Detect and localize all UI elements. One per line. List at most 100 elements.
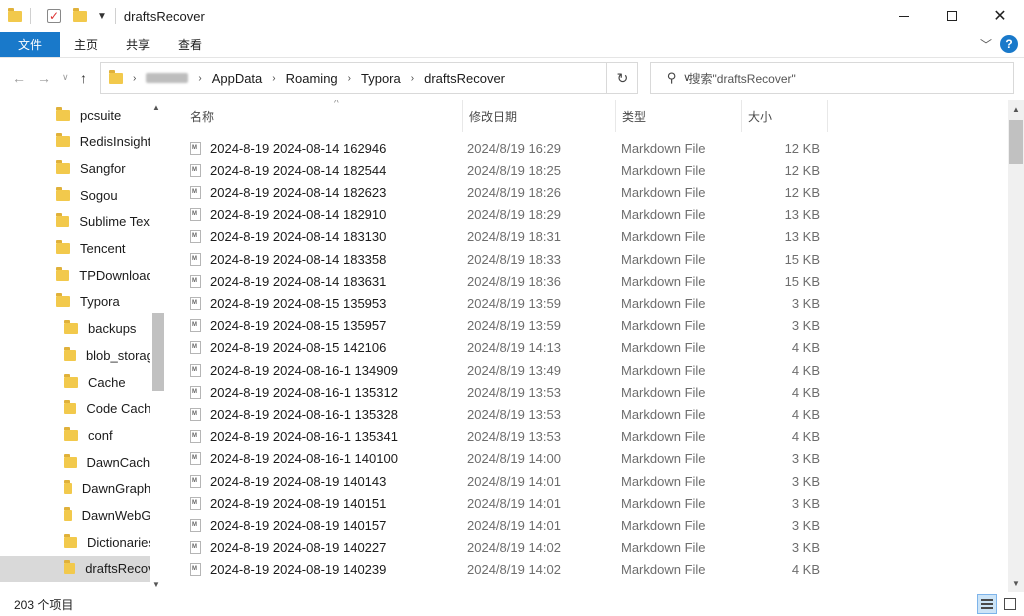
folder-icon <box>64 373 78 388</box>
sidebar-item-tpdownload[interactable]: TPDownload <box>0 262 150 288</box>
file-name-cell: 2024-8-19 2024-08-14 182623 <box>190 185 386 200</box>
chevron-right-icon[interactable]: › <box>348 73 351 84</box>
file-row[interactable]: 2024-8-19 2024-08-16-1 135328 2024/8/19 1… <box>190 403 830 425</box>
file-row[interactable]: 2024-8-19 2024-08-14 183631 2024/8/19 18:… <box>190 270 830 292</box>
maximize-button[interactable] <box>928 0 976 32</box>
file-row[interactable]: 2024-8-19 2024-08-19 140151 2024/8/19 14:… <box>190 492 830 514</box>
file-name: 2024-8-19 2024-08-14 182623 <box>210 184 387 200</box>
file-row[interactable]: 2024-8-19 2024-08-14 182544 2024/8/19 18:… <box>190 159 830 181</box>
tab-view[interactable]: 查看 <box>164 32 216 57</box>
details-view-button[interactable] <box>977 594 997 614</box>
file-row[interactable]: 2024-8-19 2024-08-19 140227 2024/8/19 14:… <box>190 537 830 559</box>
search-input[interactable]: ⚲ 搜索"draftsRecover" <box>650 62 1014 94</box>
close-button[interactable]: ✕ <box>976 0 1024 32</box>
column-header-date[interactable]: 修改日期 <box>463 100 616 132</box>
file-name-cell: 2024-8-19 2024-08-14 182544 <box>190 163 386 178</box>
file-list-scrollbar[interactable] <box>1008 100 1024 592</box>
sidebar-item-draftsrecover[interactable]: draftsRecover <box>0 555 150 582</box>
file-list-scrollbar-thumb[interactable] <box>1009 120 1023 164</box>
breadcrumb-roaming[interactable]: Roaming <box>286 71 338 86</box>
scroll-up-icon[interactable]: ▲ <box>152 103 160 112</box>
up-arrow-icon[interactable]: ↑ <box>80 70 87 86</box>
sidebar-item-backups[interactable]: backups <box>0 316 150 342</box>
file-size: 3 KB <box>791 517 820 533</box>
chevron-right-icon[interactable]: › <box>272 73 275 84</box>
sidebar-item-dawnwebgpucache[interactable]: DawnWebGPUCache <box>0 503 150 529</box>
sidebar-item-tencent[interactable]: Tencent <box>0 236 150 262</box>
column-header-name[interactable]: 名称 ^ <box>184 100 463 132</box>
chevron-right-icon[interactable]: › <box>198 73 201 84</box>
sidebar-item-code-cache[interactable]: Code Cache <box>0 396 150 422</box>
refresh-button[interactable]: ↻ <box>606 62 638 94</box>
file-name-cell: 2024-8-19 2024-08-15 135957 <box>190 318 386 333</box>
file-row[interactable]: 2024-8-19 2024-08-14 162946 2024/8/19 16:… <box>190 137 830 159</box>
breadcrumb-draftsrecover[interactable]: draftsRecover <box>424 71 505 86</box>
customize-toolbar-icon[interactable]: ▼ <box>97 11 107 22</box>
file-row[interactable]: 2024-8-19 2024-08-19 140239 2024/8/19 14:… <box>190 559 830 581</box>
breadcrumb-typora[interactable]: Typora <box>361 71 401 86</box>
tab-home[interactable]: 主页 <box>60 32 112 57</box>
markdown-file-icon <box>190 141 201 155</box>
file-name: 2024-8-19 2024-08-14 182910 <box>210 207 387 223</box>
large-icons-view-button[interactable] <box>1000 594 1020 614</box>
breadcrumb-appdata[interactable]: AppData <box>212 71 263 86</box>
folder-icon <box>56 266 70 281</box>
file-name: 2024-8-19 2024-08-15 135953 <box>210 295 387 311</box>
chevron-right-icon[interactable]: › <box>133 73 136 84</box>
file-row[interactable]: 2024-8-19 2024-08-15 135953 2024/8/19 13:… <box>190 292 830 314</box>
folder-icon <box>109 69 123 84</box>
file-row[interactable]: 2024-8-19 2024-08-16-1 135312 2024/8/19 1… <box>190 381 830 403</box>
sidebar-item-conf[interactable]: conf <box>0 422 150 448</box>
scroll-up-icon[interactable]: ▲ <box>1012 105 1020 114</box>
expand-ribbon-icon[interactable]: ﹀ <box>980 36 992 53</box>
column-header-size[interactable]: 大小 <box>742 100 828 132</box>
scroll-down-icon[interactable]: ▼ <box>1012 579 1020 588</box>
column-header-type[interactable]: 类型 <box>616 100 742 132</box>
forward-arrow-icon[interactable]: → <box>37 70 51 86</box>
file-type: Markdown File <box>621 562 706 578</box>
address-bar[interactable]: › › AppData › Roaming › Typora › draftsR… <box>100 62 691 94</box>
scroll-down-icon[interactable]: ▼ <box>152 580 160 589</box>
file-row[interactable]: 2024-8-19 2024-08-16-1 135341 2024/8/19 1… <box>190 426 830 448</box>
file-row[interactable]: 2024-8-19 2024-08-15 142106 2024/8/19 14:… <box>190 337 830 359</box>
recent-locations-icon[interactable]: ∨ <box>62 72 69 83</box>
tab-file[interactable]: 文件 <box>0 32 60 57</box>
sidebar-item-dawngraphitecache[interactable]: DawnGraphiteCache <box>0 476 150 502</box>
file-size: 12 KB <box>784 162 820 178</box>
maximize-icon <box>947 11 957 21</box>
file-row[interactable]: 2024-8-19 2024-08-19 140143 2024/8/19 14:… <box>190 470 830 492</box>
markdown-file-icon <box>190 296 201 310</box>
sidebar-item-redisinsight[interactable]: RedisInsight <box>0 129 150 155</box>
file-row[interactable]: 2024-8-19 2024-08-16-1 134909 2024/8/19 1… <box>190 359 830 381</box>
back-arrow-icon[interactable]: ← <box>12 70 26 86</box>
file-row[interactable]: 2024-8-19 2024-08-14 183130 2024/8/19 18:… <box>190 226 830 248</box>
sidebar-item-dawncache[interactable]: DawnCache <box>0 449 150 475</box>
large-icons-view-icon <box>1004 598 1016 610</box>
file-row[interactable]: 2024-8-19 2024-08-14 182910 2024/8/19 18:… <box>190 204 830 226</box>
sidebar-item-sangfor[interactable]: Sangfor <box>0 155 150 181</box>
file-date: 2024/8/19 18:26 <box>467 184 561 200</box>
file-size: 3 KB <box>791 451 820 467</box>
nav-scrollbar-thumb[interactable] <box>152 313 164 391</box>
sidebar-item-sublime-text[interactable]: Sublime Text <box>0 209 150 235</box>
file-row[interactable]: 2024-8-19 2024-08-14 183358 2024/8/19 18:… <box>190 248 830 270</box>
sidebar-item-blob-storage[interactable]: blob_storage <box>0 342 150 368</box>
sidebar-item-dictionaries[interactable]: Dictionaries <box>0 529 150 555</box>
file-name: 2024-8-19 2024-08-16-1 135341 <box>210 429 398 445</box>
file-size: 15 KB <box>784 251 820 267</box>
sidebar-item-cache[interactable]: Cache <box>0 369 150 395</box>
markdown-file-icon <box>190 430 201 444</box>
help-icon[interactable]: ? <box>1000 35 1018 53</box>
new-folder-icon[interactable] <box>73 7 87 22</box>
tab-share[interactable]: 共享 <box>112 32 164 57</box>
properties-icon[interactable]: ✓ <box>47 9 61 23</box>
sidebar-item-pcsuite[interactable]: pcsuite <box>0 102 150 128</box>
sidebar-item-sogou[interactable]: Sogou <box>0 182 150 208</box>
file-row[interactable]: 2024-8-19 2024-08-16-1 140100 2024/8/19 1… <box>190 448 830 470</box>
file-row[interactable]: 2024-8-19 2024-08-19 140157 2024/8/19 14:… <box>190 514 830 536</box>
minimize-button[interactable] <box>880 0 928 32</box>
sidebar-item-typora[interactable]: Typora <box>0 289 150 315</box>
file-row[interactable]: 2024-8-19 2024-08-15 135957 2024/8/19 13:… <box>190 315 830 337</box>
chevron-right-icon[interactable]: › <box>411 73 414 84</box>
file-row[interactable]: 2024-8-19 2024-08-14 182623 2024/8/19 18:… <box>190 181 830 203</box>
